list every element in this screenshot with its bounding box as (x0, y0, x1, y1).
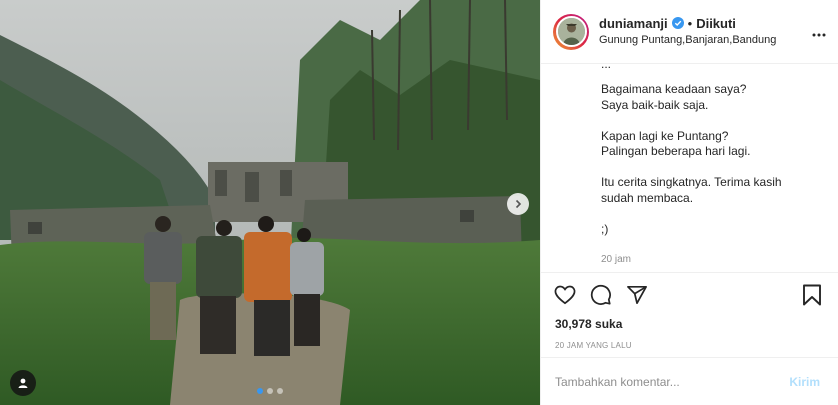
save-button[interactable] (798, 281, 826, 309)
carousel-dot (267, 388, 273, 394)
carousel-dot (257, 388, 263, 394)
post-header: duniamanji • Diikuti Gunung Puntang,Banj… (541, 0, 838, 64)
caption-cut-line: ... (601, 64, 612, 71)
photo-scene (0, 0, 540, 405)
heart-icon (554, 285, 576, 305)
bookmark-icon (803, 284, 821, 306)
posted-ago[interactable]: 20 JAM YANG LALU (541, 341, 838, 350)
instagram-post: duniamanji • Diikuti Gunung Puntang,Banj… (0, 0, 838, 405)
post-sidebar: duniamanji • Diikuti Gunung Puntang,Banj… (540, 0, 838, 405)
caption-text: Bagaimana keadaan saya? Saya baik-baik s… (601, 82, 782, 236)
action-bar: 30,978 suka 20 JAM YANG LALU (541, 272, 838, 350)
follow-status-button[interactable]: Diikuti (696, 16, 736, 32)
like-button[interactable] (551, 281, 579, 309)
more-options-button[interactable] (812, 24, 826, 42)
post-photo[interactable] (0, 0, 540, 405)
next-arrow-icon (515, 199, 522, 209)
caption-time: 20 jam (601, 254, 632, 265)
location-link[interactable]: Gunung Puntang,Banjaran,Bandung (599, 34, 776, 47)
comment-form: Kirim (541, 357, 838, 405)
username[interactable]: duniamanji (599, 16, 668, 32)
separator: • (687, 15, 693, 31)
share-button[interactable] (623, 281, 651, 309)
avatar-image (557, 18, 585, 45)
share-icon (627, 285, 647, 305)
avatar[interactable] (555, 16, 587, 47)
comment-input[interactable] (553, 373, 784, 390)
next-slide-button[interactable] (507, 193, 529, 215)
likes-count[interactable]: 30,978 suka (541, 317, 838, 331)
comments-area[interactable]: ... Bagaimana keadaan saya? Saya baik-ba… (541, 64, 838, 272)
carousel-indicators (0, 388, 540, 394)
avatar-ring[interactable] (553, 13, 589, 50)
verified-icon (671, 17, 684, 30)
more-options-icon (812, 33, 826, 37)
carousel-dot (277, 388, 283, 394)
comment-icon (590, 284, 611, 305)
post-comment-button[interactable]: Kirim (783, 374, 826, 390)
comment-button[interactable] (587, 281, 615, 309)
